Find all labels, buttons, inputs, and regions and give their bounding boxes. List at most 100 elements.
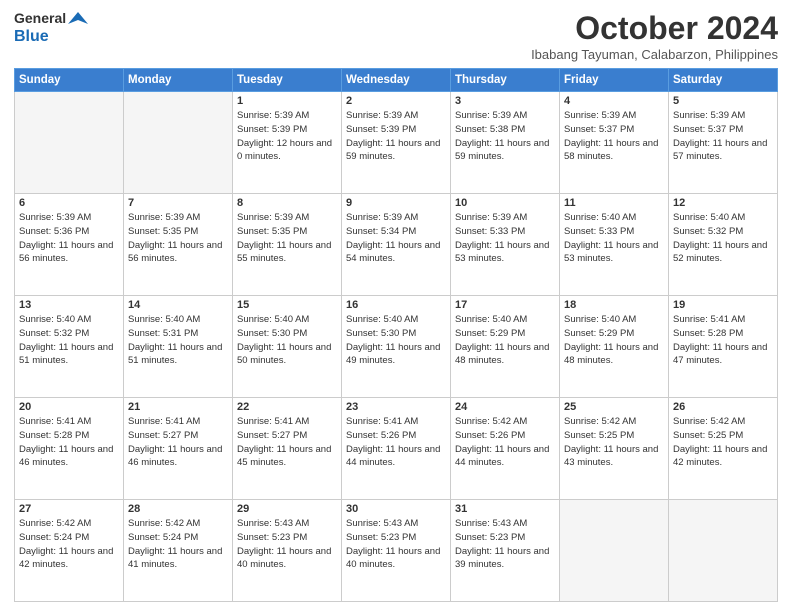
calendar-cell: 31 Sunrise: 5:43 AM Sunset: 5:23 PM Dayl… <box>451 500 560 602</box>
day-number: 12 <box>673 197 773 209</box>
day-number: 13 <box>19 299 119 311</box>
day-number: 3 <box>455 95 555 107</box>
sunrise-text: Sunrise: 5:41 AM <box>346 416 418 427</box>
cell-info: Sunrise: 5:39 AM Sunset: 5:35 PM Dayligh… <box>237 211 337 266</box>
cell-info: Sunrise: 5:40 AM Sunset: 5:30 PM Dayligh… <box>346 313 446 368</box>
cell-info: Sunrise: 5:40 AM Sunset: 5:32 PM Dayligh… <box>673 211 773 266</box>
daylight-text: Daylight: 11 hours and 56 minutes. <box>19 240 113 265</box>
cell-info: Sunrise: 5:40 AM Sunset: 5:30 PM Dayligh… <box>237 313 337 368</box>
day-number: 7 <box>128 197 228 209</box>
daylight-text: Daylight: 11 hours and 58 minutes. <box>564 138 658 163</box>
daylight-text: Daylight: 11 hours and 53 minutes. <box>455 240 549 265</box>
calendar-cell: 26 Sunrise: 5:42 AM Sunset: 5:25 PM Dayl… <box>669 398 778 500</box>
sunrise-text: Sunrise: 5:41 AM <box>128 416 200 427</box>
day-number: 9 <box>346 197 446 209</box>
daylight-text: Daylight: 11 hours and 46 minutes. <box>19 444 113 469</box>
cell-info: Sunrise: 5:42 AM Sunset: 5:24 PM Dayligh… <box>128 517 228 572</box>
sunset-text: Sunset: 5:23 PM <box>237 532 307 543</box>
sunset-text: Sunset: 5:28 PM <box>19 430 89 441</box>
sunset-text: Sunset: 5:32 PM <box>673 226 743 237</box>
sunset-text: Sunset: 5:27 PM <box>128 430 198 441</box>
day-number: 24 <box>455 401 555 413</box>
cell-info: Sunrise: 5:43 AM Sunset: 5:23 PM Dayligh… <box>346 517 446 572</box>
calendar-cell: 9 Sunrise: 5:39 AM Sunset: 5:34 PM Dayli… <box>342 194 451 296</box>
sunset-text: Sunset: 5:24 PM <box>128 532 198 543</box>
sunset-text: Sunset: 5:25 PM <box>673 430 743 441</box>
sunset-text: Sunset: 5:33 PM <box>455 226 525 237</box>
daylight-text: Daylight: 11 hours and 46 minutes. <box>128 444 222 469</box>
cell-info: Sunrise: 5:39 AM Sunset: 5:39 PM Dayligh… <box>237 109 337 164</box>
calendar-cell <box>124 92 233 194</box>
calendar-cell: 7 Sunrise: 5:39 AM Sunset: 5:35 PM Dayli… <box>124 194 233 296</box>
sunset-text: Sunset: 5:37 PM <box>564 124 634 135</box>
sunrise-text: Sunrise: 5:40 AM <box>455 314 527 325</box>
cell-info: Sunrise: 5:39 AM Sunset: 5:33 PM Dayligh… <box>455 211 555 266</box>
day-header-tuesday: Tuesday <box>233 69 342 92</box>
daylight-text: Daylight: 11 hours and 59 minutes. <box>346 138 440 163</box>
day-number: 14 <box>128 299 228 311</box>
cell-info: Sunrise: 5:42 AM Sunset: 5:26 PM Dayligh… <box>455 415 555 470</box>
daylight-text: Daylight: 11 hours and 42 minutes. <box>673 444 767 469</box>
daylight-text: Daylight: 11 hours and 43 minutes. <box>564 444 658 469</box>
sunrise-text: Sunrise: 5:41 AM <box>673 314 745 325</box>
calendar-cell: 20 Sunrise: 5:41 AM Sunset: 5:28 PM Dayl… <box>15 398 124 500</box>
daylight-text: Daylight: 11 hours and 49 minutes. <box>346 342 440 367</box>
sunrise-text: Sunrise: 5:40 AM <box>237 314 309 325</box>
calendar-cell <box>15 92 124 194</box>
sunrise-text: Sunrise: 5:43 AM <box>455 518 527 529</box>
calendar-cell: 24 Sunrise: 5:42 AM Sunset: 5:26 PM Dayl… <box>451 398 560 500</box>
day-number: 28 <box>128 503 228 515</box>
calendar-cell: 2 Sunrise: 5:39 AM Sunset: 5:39 PM Dayli… <box>342 92 451 194</box>
calendar-cell <box>560 500 669 602</box>
daylight-text: Daylight: 11 hours and 55 minutes. <box>237 240 331 265</box>
sunrise-text: Sunrise: 5:39 AM <box>346 110 418 121</box>
sunrise-text: Sunrise: 5:39 AM <box>346 212 418 223</box>
sunset-text: Sunset: 5:31 PM <box>128 328 198 339</box>
cell-info: Sunrise: 5:39 AM Sunset: 5:38 PM Dayligh… <box>455 109 555 164</box>
calendar-week-row: 1 Sunrise: 5:39 AM Sunset: 5:39 PM Dayli… <box>15 92 778 194</box>
sunrise-text: Sunrise: 5:43 AM <box>237 518 309 529</box>
sunrise-text: Sunrise: 5:42 AM <box>673 416 745 427</box>
calendar-cell: 4 Sunrise: 5:39 AM Sunset: 5:37 PM Dayli… <box>560 92 669 194</box>
sunrise-text: Sunrise: 5:39 AM <box>237 212 309 223</box>
calendar-week-row: 13 Sunrise: 5:40 AM Sunset: 5:32 PM Dayl… <box>15 296 778 398</box>
calendar-cell <box>669 500 778 602</box>
day-number: 27 <box>19 503 119 515</box>
header: General Blue October 2024 Ibabang Tayuma… <box>14 10 778 62</box>
sunrise-text: Sunrise: 5:39 AM <box>564 110 636 121</box>
cell-info: Sunrise: 5:43 AM Sunset: 5:23 PM Dayligh… <box>455 517 555 572</box>
day-number: 4 <box>564 95 664 107</box>
daylight-text: Daylight: 11 hours and 44 minutes. <box>455 444 549 469</box>
sunset-text: Sunset: 5:39 PM <box>346 124 416 135</box>
daylight-text: Daylight: 11 hours and 57 minutes. <box>673 138 767 163</box>
sunrise-text: Sunrise: 5:42 AM <box>19 518 91 529</box>
calendar-cell: 22 Sunrise: 5:41 AM Sunset: 5:27 PM Dayl… <box>233 398 342 500</box>
calendar-cell: 13 Sunrise: 5:40 AM Sunset: 5:32 PM Dayl… <box>15 296 124 398</box>
sunset-text: Sunset: 5:30 PM <box>346 328 416 339</box>
sunset-text: Sunset: 5:35 PM <box>128 226 198 237</box>
sunrise-text: Sunrise: 5:39 AM <box>19 212 91 223</box>
sunset-text: Sunset: 5:23 PM <box>346 532 416 543</box>
logo-blue: Blue <box>14 28 49 46</box>
day-number: 15 <box>237 299 337 311</box>
sunset-text: Sunset: 5:26 PM <box>455 430 525 441</box>
day-number: 10 <box>455 197 555 209</box>
day-number: 31 <box>455 503 555 515</box>
calendar-cell: 6 Sunrise: 5:39 AM Sunset: 5:36 PM Dayli… <box>15 194 124 296</box>
daylight-text: Daylight: 11 hours and 40 minutes. <box>237 546 331 571</box>
calendar-cell: 25 Sunrise: 5:42 AM Sunset: 5:25 PM Dayl… <box>560 398 669 500</box>
calendar-week-row: 6 Sunrise: 5:39 AM Sunset: 5:36 PM Dayli… <box>15 194 778 296</box>
day-number: 21 <box>128 401 228 413</box>
calendar-cell: 14 Sunrise: 5:40 AM Sunset: 5:31 PM Dayl… <box>124 296 233 398</box>
sunset-text: Sunset: 5:28 PM <box>673 328 743 339</box>
cell-info: Sunrise: 5:40 AM Sunset: 5:31 PM Dayligh… <box>128 313 228 368</box>
sunrise-text: Sunrise: 5:40 AM <box>128 314 200 325</box>
sunrise-text: Sunrise: 5:40 AM <box>564 212 636 223</box>
sunset-text: Sunset: 5:25 PM <box>564 430 634 441</box>
day-number: 5 <box>673 95 773 107</box>
sunrise-text: Sunrise: 5:40 AM <box>346 314 418 325</box>
cell-info: Sunrise: 5:39 AM Sunset: 5:34 PM Dayligh… <box>346 211 446 266</box>
sunset-text: Sunset: 5:30 PM <box>237 328 307 339</box>
sunrise-text: Sunrise: 5:43 AM <box>346 518 418 529</box>
daylight-text: Daylight: 11 hours and 42 minutes. <box>19 546 113 571</box>
